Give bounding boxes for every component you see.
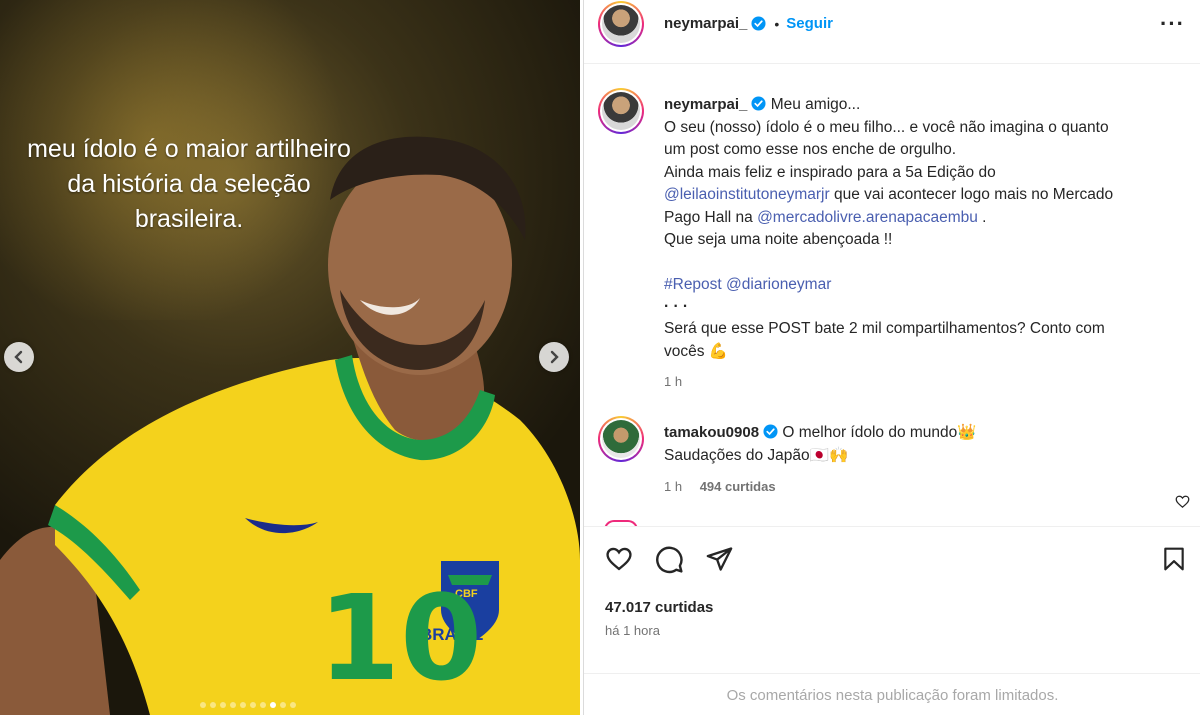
post-header: neymarpai_ • Seguir ··· [584,0,1200,64]
post-media[interactable]: CBF BRASIL 10 meu ídolo é o maior artilh… [0,0,580,715]
chevron-left-icon [14,350,23,364]
caption-text: O seu (nosso) ídolo é o meu filho... e v… [664,118,1109,136]
caption-text: Ainda mais feliz e inspirado para a 5a E… [664,163,996,181]
caption-text: Será que esse POST bate 2 mil compartilh… [664,320,1105,337]
comment-text: Saudações do Japão🇯🇵🙌 [664,446,849,464]
hashtag-link[interactable]: #Repost [664,276,722,293]
caption-author-username[interactable]: neymarpai_ [664,96,747,113]
carousel-dot [250,702,256,708]
media-caption: meu ídolo é o maior artilheiro da histór… [0,132,378,237]
comment-timestamp[interactable]: 1 h [664,479,682,494]
verified-badge-icon [763,424,778,439]
carousel-dot [230,702,236,708]
mention-link[interactable]: @diarioneymar [726,276,831,293]
verified-badge-icon [751,96,766,111]
comment-like-heart-icon[interactable] [1175,494,1190,509]
like-heart-icon[interactable] [604,545,634,573]
follow-button[interactable]: Seguir [786,15,833,32]
share-paper-plane-icon[interactable] [705,545,734,573]
carousel-dot [200,702,206,708]
caption-text: que vai acontecer logo mais no Mercado [829,186,1114,203]
carousel-dot [240,702,246,708]
caption-separator: · · · [664,298,689,315]
post-timestamp[interactable]: há 1 hora [605,623,660,638]
comment-text: O melhor ídolo do mundo👑 [782,424,977,441]
author-username[interactable]: neymarpai_ [664,15,747,32]
commenter-username[interactable]: tamakou0908 [664,424,759,441]
caption-line: brasileira. [134,205,244,233]
comments-limited-notice: Os comentários nesta publicação foram li… [584,673,1200,715]
post-likes-count[interactable]: 47.017 curtidas [605,599,713,616]
verified-badge-icon [751,16,766,31]
post-caption: neymarpai_ Meu amigo... O seu (nosso) íd… [664,94,1189,394]
jersey-number: 10 [318,569,483,707]
carousel-indicator [200,702,296,708]
post-actions: 47.017 curtidas há 1 hora Os comentários… [584,526,1200,715]
carousel-next-button[interactable] [539,342,569,372]
comments-section[interactable]: neymarpai_ Meu amigo... O seu (nosso) íd… [584,64,1200,526]
more-options-button[interactable]: ··· [1160,13,1185,35]
comment-likes[interactable]: 494 curtidas [700,479,776,494]
carousel-dot [210,702,216,708]
caption-text: Meu amigo... [770,96,861,113]
commenter-avatar[interactable] [598,416,644,462]
mention-link[interactable]: @leilaoinstitutoneymarjr [664,186,830,203]
caption-line: da história da seleção [67,170,311,198]
comment-bubble-icon[interactable] [655,545,684,574]
carousel-dot [220,702,226,708]
caption-timestamp[interactable]: 1 h [664,371,1189,394]
author-avatar[interactable] [598,1,644,47]
carousel-prev-button[interactable] [4,342,34,372]
chevron-right-icon [550,350,559,364]
caption-text: Pago Hall na [664,208,758,226]
caption-text: um post como esse nos enche de orgulho. [664,141,957,158]
save-bookmark-icon[interactable] [1161,545,1187,573]
caption-author-avatar[interactable] [598,88,644,134]
caption-text: vocês 💪 [664,342,729,360]
player-illustration [0,136,580,715]
post-details-pane: neymarpai_ • Seguir ··· neymarpai_ Meu a… [583,0,1200,715]
mention-link[interactable]: @mercadolivre.arenapacaembu [757,209,978,226]
caption-text: . [977,208,987,226]
caption-line: meu ídolo é o maior artilheiro [27,135,351,163]
caption-text: Que seja uma noite abençoada !! [664,231,893,248]
comment-item: tamakou0908 O melhor ídolo do mundo👑 Sau… [664,422,1164,499]
carousel-dot [280,702,286,708]
carousel-dot [270,702,276,708]
carousel-dot [260,702,266,708]
header-separator: • [774,15,780,32]
carousel-dot [290,702,296,708]
